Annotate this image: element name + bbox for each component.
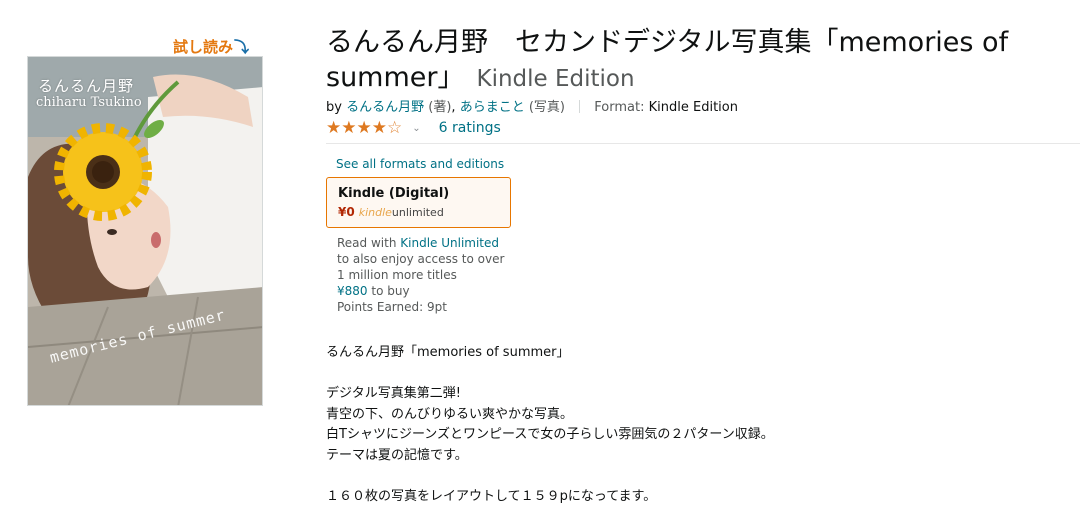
look-inside-button[interactable]: 試し読み⤵ xyxy=(173,36,249,57)
star-rating-icon[interactable]: ★★★★☆ xyxy=(326,118,402,138)
kindle-unlimited-logo-kindle: kindle xyxy=(358,206,392,219)
photographer-role: (写真) xyxy=(528,100,565,115)
format-option-kindle-selected[interactable]: Kindle (Digital) ¥0 kindleunlimited xyxy=(326,177,511,228)
star-filled-icon: ★ xyxy=(326,118,342,138)
description-heading: るんるん月野「memories of summer」 xyxy=(326,345,570,360)
photographer-link[interactable]: あらまこと xyxy=(460,100,525,115)
star-filled-icon: ★ xyxy=(371,118,387,138)
author-role: (著) xyxy=(428,100,452,115)
see-all-formats-link[interactable]: See all formats and editions xyxy=(336,157,504,171)
ku-read-with-line: Read with Kindle Unlimited xyxy=(337,235,517,251)
star-filled-icon: ★ xyxy=(341,118,357,138)
star-filled-icon: ★ xyxy=(356,118,372,138)
points-earned: Points Earned: 9pt xyxy=(337,300,447,314)
buy-price-link[interactable]: ¥880 xyxy=(337,284,368,298)
format-label: Format: xyxy=(594,100,645,115)
cover-column: 試し読み⤵ るんるん月野 chiharu Tsukino memories of… xyxy=(27,36,263,408)
by-label: by xyxy=(326,100,342,115)
kindle-unlimited-info: Read with Kindle Unlimited to also enjoy… xyxy=(337,235,517,315)
cover-title: るんるん月野 xyxy=(38,77,135,95)
description-footer: １６０枚の写真をレイアウトして１５９pになってます。 xyxy=(326,488,657,504)
ku-line-3: 1 million more titles xyxy=(337,268,457,282)
edition-label: Kindle Edition xyxy=(476,66,635,92)
book-cover-image[interactable]: るんるん月野 chiharu Tsukino memories of summe… xyxy=(27,56,263,406)
byline-divider xyxy=(579,100,581,113)
curved-arrow-icon: ⤵ xyxy=(234,38,250,56)
ku-line-2: to also enjoy access to over xyxy=(337,252,505,266)
product-description: るんるん月野「memories of summer」 デジタル写真集第二弾! 青… xyxy=(326,343,1066,507)
buy-suffix: to buy xyxy=(367,284,410,298)
kindle-unlimited-logo-unlimited: unlimited xyxy=(391,206,444,219)
kindle-unlimited-link[interactable]: Kindle Unlimited xyxy=(400,236,499,250)
format-price: ¥0 xyxy=(338,205,355,219)
rating-row: ★★★★☆ ⌄ 6 ratings xyxy=(326,118,501,138)
star-empty-icon: ☆ xyxy=(387,118,403,138)
byline: by るんるん月野 (著), あらまこと (写真) Format: Kindle… xyxy=(326,96,738,115)
description-line: 白Tシャツにジーンズとワンピースで女の子らしい雰囲気の２パターン収録。 xyxy=(326,427,774,442)
cover-author: chiharu Tsukino xyxy=(36,95,142,110)
look-inside-label: 試し読み xyxy=(173,38,234,56)
format-option-price-row: ¥0 kindleunlimited xyxy=(338,204,510,221)
contributor-separator: , xyxy=(451,100,456,115)
description-line: テーマは夏の記憶です。 xyxy=(326,447,468,463)
ku-buy-line: ¥880 to buy xyxy=(337,283,517,299)
chevron-down-icon[interactable]: ⌄ xyxy=(412,123,420,134)
ratings-count-link[interactable]: 6 ratings xyxy=(439,120,501,136)
product-title: るんるん月野 セカンドデジタル写真集「memories of summer」 Ki… xyxy=(326,25,1066,97)
ku-read-with: Read with xyxy=(337,236,397,250)
author-link[interactable]: るんるん月野 xyxy=(346,100,424,115)
product-title-text: るんるん月野 セカンドデジタル写真集「memories of summer」 xyxy=(326,27,1009,93)
description-line: デジタル写真集第二弾! xyxy=(326,386,461,401)
format-value: Kindle Edition xyxy=(648,100,738,115)
section-divider xyxy=(326,143,1080,144)
description-line: 青空の下、のんびりゆるい爽やかな写真。 xyxy=(326,406,574,422)
format-option-name: Kindle (Digital) xyxy=(338,186,450,201)
